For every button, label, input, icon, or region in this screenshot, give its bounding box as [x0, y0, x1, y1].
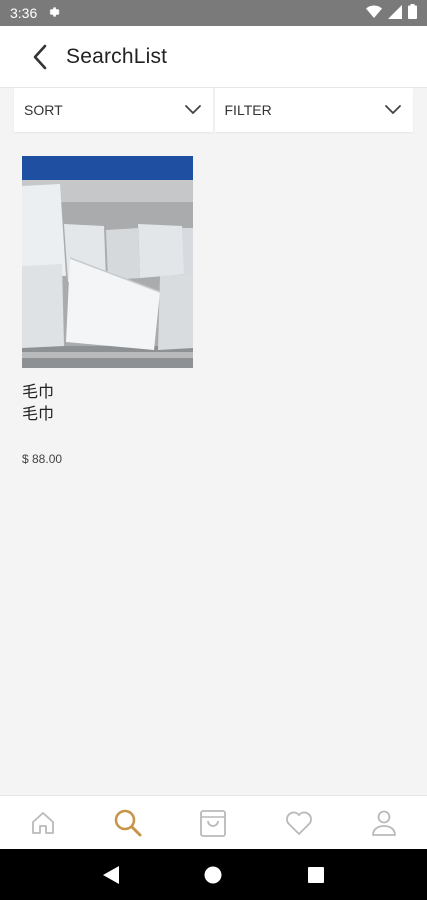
app-bar: SearchList [0, 26, 427, 88]
chevron-down-icon [385, 105, 401, 115]
page-title: SearchList [66, 44, 168, 68]
product-card[interactable]: 毛巾 毛巾 $ 88.00 [22, 156, 193, 466]
system-recents-button[interactable] [296, 855, 336, 895]
product-image [22, 156, 193, 368]
back-button[interactable] [16, 33, 64, 81]
chevron-down-icon [184, 105, 201, 115]
filter-label: FILTER [224, 102, 272, 118]
search-icon [114, 809, 142, 836]
status-bar: 3:36 [0, 0, 427, 26]
home-circle-icon [204, 866, 222, 883]
gear-icon [47, 5, 61, 22]
product-name-line: 毛巾 [22, 406, 55, 423]
profile-icon [372, 810, 397, 836]
product-grid: 毛巾 毛巾 $ 88.00 [22, 156, 193, 466]
system-back-button[interactable] [91, 855, 131, 895]
nav-home[interactable] [13, 796, 73, 850]
bottom-nav [0, 795, 427, 849]
nav-cart[interactable] [183, 796, 243, 850]
wifi-icon [366, 5, 382, 22]
recents-square-icon [307, 866, 324, 883]
nav-profile[interactable] [354, 796, 414, 850]
product-name: 毛巾 毛巾 [22, 382, 193, 426]
battery-icon [408, 4, 417, 22]
nav-search[interactable] [98, 796, 158, 850]
home-icon [31, 811, 54, 834]
sort-button[interactable]: SORT [14, 88, 213, 132]
signal-icon [388, 4, 402, 22]
sort-filter-toolbar: SORT FILTER [0, 88, 427, 136]
product-price: $ 88.00 [22, 452, 63, 466]
product-name-line: 毛巾 [22, 384, 55, 401]
system-nav-bar [0, 849, 427, 900]
back-triangle-icon [103, 865, 120, 884]
system-home-button[interactable] [193, 855, 233, 895]
sort-label: SORT [24, 102, 63, 118]
bag-icon [200, 809, 227, 837]
back-arrow-icon [33, 44, 47, 69]
filter-button[interactable]: FILTER [214, 88, 413, 132]
status-time: 3:36 [10, 5, 38, 21]
heart-icon [285, 811, 312, 835]
nav-favorites[interactable] [269, 796, 329, 850]
